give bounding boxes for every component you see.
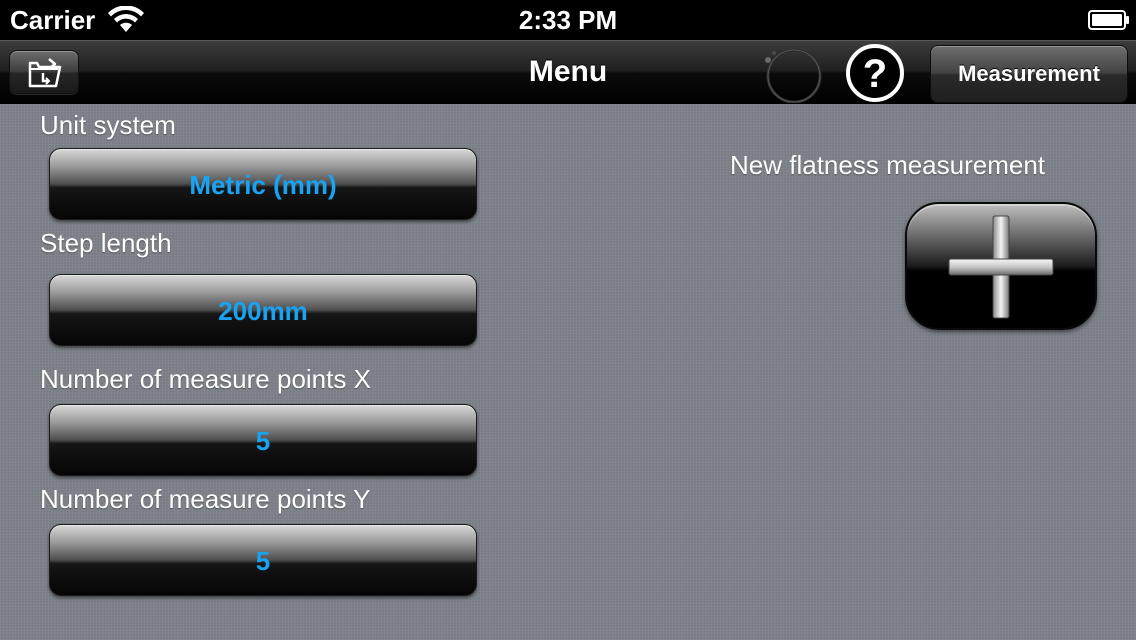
svg-text:?: ? xyxy=(863,52,887,96)
measure-points-y-label: Number of measure points Y xyxy=(40,484,371,514)
measure-points-y-button[interactable]: 5 xyxy=(49,524,477,596)
status-time: 2:33 PM xyxy=(518,5,618,35)
unit-system-label: Unit system xyxy=(40,110,176,140)
measure-points-x-label: Number of measure points X xyxy=(40,364,371,394)
spinner-icon xyxy=(765,48,822,103)
new-measurement-button[interactable] xyxy=(905,202,1097,330)
measurement-button[interactable]: Measurement xyxy=(930,45,1128,103)
step-length-button[interactable]: 200mm xyxy=(49,274,477,346)
battery-icon xyxy=(1088,10,1129,30)
help-icon[interactable]: ? xyxy=(844,43,906,103)
nav-bar: Menu ? Measurement xyxy=(0,40,1136,104)
status-bar: Carrier 2:33 PM xyxy=(0,0,1136,40)
new-measurement-label: New flatness measurement xyxy=(730,150,1046,180)
unit-system-button[interactable]: Metric (mm) xyxy=(49,148,477,220)
measure-points-x-button[interactable]: 5 xyxy=(49,404,477,476)
step-length-label: Step length xyxy=(40,228,172,258)
plus-icon xyxy=(948,215,1054,319)
